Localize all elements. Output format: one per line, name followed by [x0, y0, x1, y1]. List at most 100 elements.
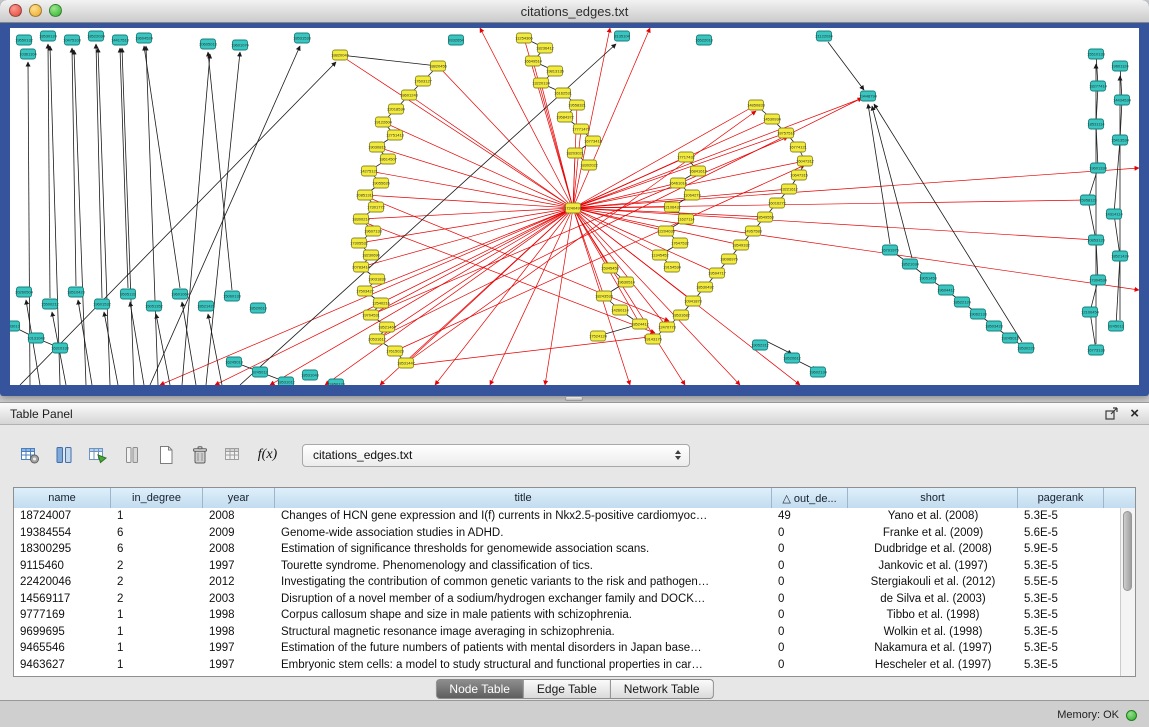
- column-header-in_degree[interactable]: in_degree: [111, 488, 203, 508]
- graph-node[interactable]: 18530124: [39, 31, 58, 41]
- graph-node[interactable]: 18601243: [400, 90, 419, 100]
- tab-network-table[interactable]: Network Table: [611, 679, 714, 699]
- graph-node[interactable]: 17771473: [572, 124, 591, 134]
- graph-node[interactable]: 20605013: [199, 39, 218, 49]
- graph-node[interactable]: 18520612: [783, 353, 802, 363]
- graph-node[interactable]: 19143175: [644, 334, 663, 344]
- graph-node[interactable]: 18521034: [901, 259, 920, 269]
- minimize-window-button[interactable]: [29, 4, 42, 17]
- network-canvas[interactable]: 1882045517603127186012432201853419122604…: [10, 28, 1139, 385]
- graph-node[interactable]: 12540216: [372, 298, 391, 308]
- graph-node[interactable]: 10131043: [27, 333, 46, 343]
- table-row[interactable]: 977716911998Corpus callosum shape and si…: [14, 607, 1135, 624]
- import-table-button[interactable]: [220, 442, 247, 469]
- graph-node[interactable]: 9332654: [448, 35, 464, 45]
- panel-divider-handle[interactable]: [565, 396, 583, 401]
- graph-node[interactable]: 19030815: [368, 142, 387, 152]
- graph-node[interactable]: 16522013: [695, 35, 714, 45]
- graph-node[interactable]: 14850833: [747, 100, 766, 110]
- graph-node[interactable]: 15958123: [1079, 195, 1098, 205]
- graph-node[interactable]: 9245012: [252, 367, 268, 377]
- graph-node[interactable]: 15051352: [145, 301, 164, 311]
- graph-node[interactable]: 19052312: [751, 340, 770, 350]
- graph-node[interactable]: 16016272: [768, 198, 787, 208]
- graph-node[interactable]: 18549553: [756, 212, 775, 222]
- graph-node[interactable]: 18531012: [277, 377, 296, 385]
- graph-node[interactable]: 19630514: [617, 277, 636, 287]
- graph-node[interactable]: 22018534: [387, 104, 406, 114]
- graph-node[interactable]: 12751413: [386, 130, 405, 140]
- graph-node[interactable]: 17717432: [677, 152, 696, 162]
- graph-node[interactable]: 18277414: [1089, 81, 1108, 91]
- graph-node[interactable]: 16773412: [584, 136, 603, 146]
- graph-node[interactable]: 18549332: [732, 240, 751, 250]
- graph-node[interactable]: 13220134: [532, 78, 551, 88]
- graph-node[interactable]: 20260504: [15, 287, 34, 297]
- scrollbar-thumb[interactable]: [1123, 511, 1132, 591]
- table-row[interactable]: 946554611997Estimation of the future num…: [14, 640, 1135, 657]
- show-columns-button[interactable]: [50, 442, 77, 469]
- zoom-window-button[interactable]: [49, 4, 62, 17]
- graph-node[interactable]: 10475103: [63, 35, 82, 45]
- graph-node[interactable]: 18531114: [1087, 119, 1105, 129]
- graph-node[interactable]: 9245013: [1108, 321, 1124, 331]
- graph-node[interactable]: 19601124: [1111, 61, 1129, 71]
- graph-node[interactable]: 17615023: [386, 346, 405, 356]
- graph-node[interactable]: 11254306: [515, 33, 533, 43]
- graph-node[interactable]: 19602134: [809, 367, 828, 377]
- table-row[interactable]: 2242004622012Investigating the contribut…: [14, 574, 1135, 591]
- float-panel-icon[interactable]: [1105, 407, 1118, 420]
- graph-node[interactable]: 19604524: [135, 33, 154, 43]
- graph-node[interactable]: 18236412: [536, 43, 555, 53]
- graph-node[interactable]: 19055626: [372, 178, 391, 188]
- graph-node[interactable]: 17603127: [414, 76, 433, 86]
- graph-node[interactable]: 15500212: [41, 299, 60, 309]
- network-view[interactable]: 1882045517603127186012432201853419122604…: [10, 28, 1139, 385]
- graph-node[interactable]: 19594717: [708, 268, 727, 278]
- graph-node[interactable]: 19607133: [364, 226, 383, 236]
- graph-node[interactable]: 18522124: [953, 297, 972, 307]
- graph-node[interactable]: 14260114: [611, 305, 629, 315]
- graph-node[interactable]: 16649514: [524, 56, 543, 66]
- graph-node[interactable]: 19558321: [568, 100, 587, 110]
- graph-node[interactable]: 16841612: [689, 166, 708, 176]
- graph-node[interactable]: 11064273: [683, 190, 701, 200]
- graph-node[interactable]: 19031833: [368, 274, 387, 284]
- graph-node[interactable]: 19704531: [362, 310, 381, 320]
- graph-node[interactable]: 18300214: [352, 214, 371, 224]
- graph-node[interactable]: 15060133: [223, 291, 242, 301]
- column-header-pagerank[interactable]: pagerank: [1018, 488, 1104, 508]
- graph-node[interactable]: 18820043: [331, 50, 350, 60]
- close-panel-icon[interactable]: ×: [1130, 406, 1139, 421]
- tab-edge-table[interactable]: Edge Table: [524, 679, 611, 699]
- column-header-year[interactable]: year: [203, 488, 275, 508]
- graph-node[interactable]: 18531533: [293, 33, 312, 43]
- graph-node[interactable]: 16047312: [796, 156, 815, 166]
- column-header-out_degree[interactable]: △ out_de...: [772, 488, 848, 508]
- table-row[interactable]: 1872400712008Changes of HCN gene express…: [14, 508, 1135, 525]
- graph-node[interactable]: 17240497: [564, 203, 583, 213]
- graph-node[interactable]: 20851311: [356, 190, 374, 200]
- window-titlebar[interactable]: citations_edges.txt: [0, 0, 1149, 23]
- column-header-short[interactable]: short: [848, 488, 1018, 508]
- function-builder-button[interactable]: f(x): [254, 442, 281, 469]
- graph-node[interactable]: 18820455: [429, 61, 448, 71]
- graph-node[interactable]: 16791975: [881, 245, 900, 255]
- graph-node[interactable]: 10361104: [19, 49, 37, 59]
- graph-node[interactable]: 17305532: [350, 238, 369, 248]
- graph-node[interactable]: 18203021: [566, 148, 585, 158]
- graph-node[interactable]: 15345453: [601, 263, 620, 273]
- graph-node[interactable]: 10853123: [1087, 235, 1106, 245]
- create-column-button[interactable]: [84, 442, 111, 469]
- graph-node[interactable]: 17503427: [356, 286, 375, 296]
- graph-node[interactable]: 14275121: [360, 166, 379, 176]
- graph-node[interactable]: 14314114: [1105, 209, 1123, 219]
- graph-node[interactable]: 19601074: [231, 40, 250, 50]
- graph-node[interactable]: 15510133: [1087, 49, 1106, 59]
- graph-node[interactable]: 17304534: [1089, 275, 1108, 285]
- graph-node[interactable]: 12106432: [663, 202, 682, 212]
- graph-node[interactable]: 10647315: [790, 170, 809, 180]
- graph-node[interactable]: 16245013: [225, 357, 244, 367]
- graph-node[interactable]: 18531682: [672, 310, 691, 320]
- table-scrollbar[interactable]: [1120, 508, 1135, 676]
